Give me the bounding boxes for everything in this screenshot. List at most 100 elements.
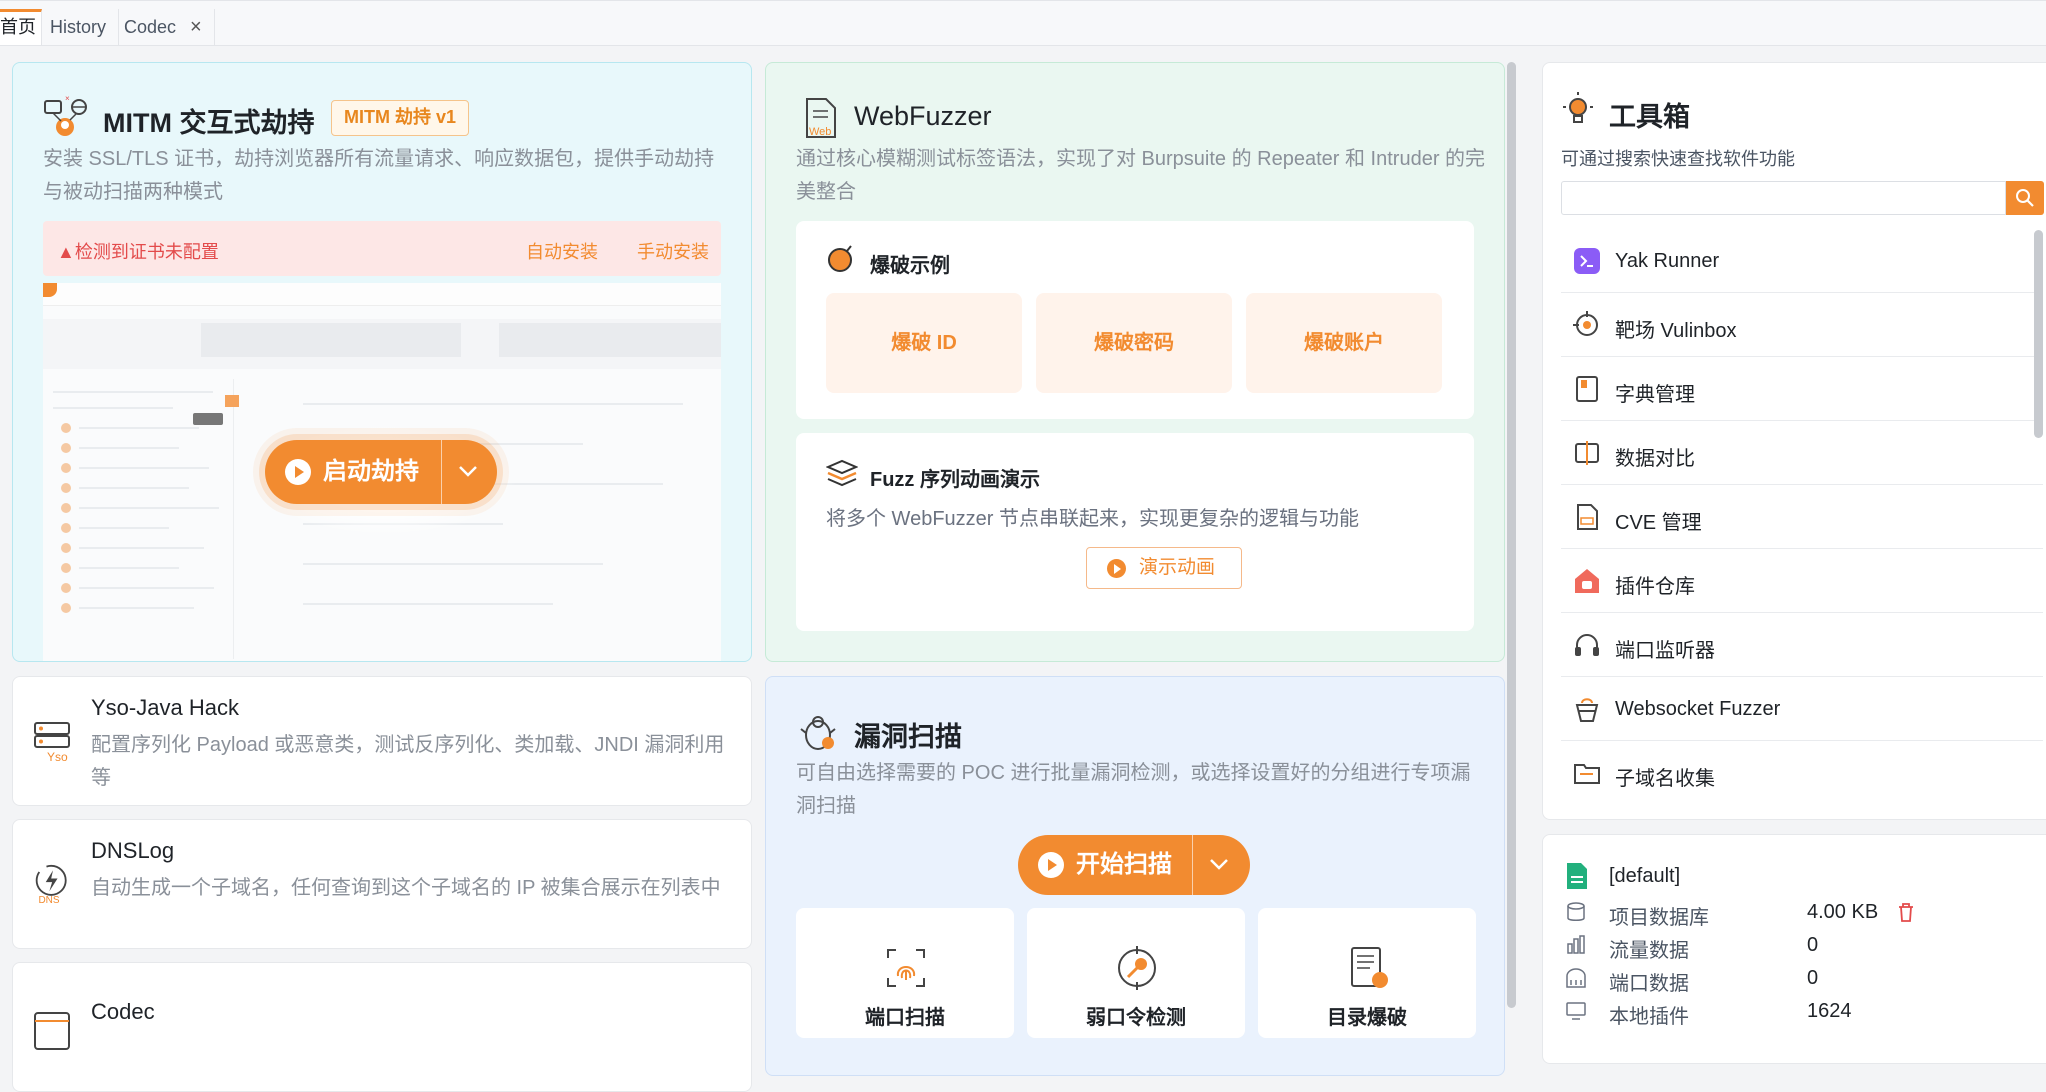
toolbox-title: 工具箱 bbox=[1609, 102, 1690, 132]
svg-text:×: × bbox=[65, 95, 70, 103]
demo-animation-button[interactable]: 演示动画 bbox=[1086, 547, 1242, 589]
bug-icon bbox=[800, 716, 836, 750]
local-plugin-value: 1624 bbox=[1807, 1000, 1852, 1022]
local-plugin-label: 本地插件 bbox=[1609, 1006, 1689, 1028]
plugin-store-icon bbox=[1575, 569, 1599, 593]
search-icon bbox=[2016, 189, 2034, 207]
port-scan-label: 端口扫描 bbox=[865, 1007, 945, 1029]
toolbox-scrollbar[interactable] bbox=[2034, 230, 2043, 438]
webfuzzer-card[interactable]: Web WebFuzzer 通过核心模糊测试标签语法，实现了对 Burpsuit… bbox=[765, 62, 1505, 662]
start-intercept-label: 启动劫持 bbox=[323, 458, 419, 485]
tool-item-dict-manage[interactable]: 字典管理 bbox=[1561, 357, 2043, 421]
folder-icon bbox=[1574, 764, 1600, 784]
book-icon bbox=[1576, 376, 1598, 402]
demo-animation-label: 演示动画 bbox=[1139, 557, 1216, 578]
webfuzzer-title: WebFuzzer bbox=[854, 101, 992, 131]
delete-icon[interactable] bbox=[1895, 901, 1917, 923]
vuln-scan-title: 漏洞扫描 bbox=[854, 722, 962, 752]
tool-item-label: Yak Runner bbox=[1615, 250, 1720, 272]
compare-icon bbox=[1575, 441, 1599, 465]
toolbox-search-input[interactable] bbox=[1561, 181, 2006, 215]
bomb-icon bbox=[828, 245, 852, 272]
search-button[interactable] bbox=[2006, 181, 2044, 215]
document-target-icon bbox=[1351, 947, 1388, 988]
main-scrollbar[interactable] bbox=[1507, 62, 1516, 1008]
warning-icon: ▲ bbox=[57, 242, 75, 262]
tool-item-data-compare[interactable]: 数据对比 bbox=[1561, 421, 2043, 485]
tool-item-cve-manage[interactable]: CVE 管理 bbox=[1561, 485, 2043, 549]
chevron-down-icon[interactable] bbox=[1206, 851, 1232, 884]
webfuzzer-description: 通过核心模糊测试标签语法，实现了对 Burpsuite 的 Repeater 和… bbox=[796, 148, 1486, 203]
weak-password-label: 弱口令检测 bbox=[1086, 1007, 1186, 1029]
fuzz-sequence-description: 将多个 WebFuzzer 节点串联起来，实现更复杂的逻辑与功能 bbox=[826, 508, 1359, 530]
vuln-scan-card[interactable]: 漏洞扫描 可自由选择需要的 POC 进行批量漏洞检测，或选择设置好的分组进行专项… bbox=[765, 676, 1505, 1076]
start-scan-label: 开始扫描 bbox=[1076, 851, 1172, 878]
weak-password-tile[interactable]: 弱口令检测 bbox=[1027, 908, 1245, 1038]
project-db-label: 项目数据库 bbox=[1609, 907, 1709, 929]
codec-card[interactable]: Codec bbox=[12, 962, 752, 1092]
tool-item-yak-runner[interactable]: Yak Runner bbox=[1561, 229, 2043, 293]
yso-title: Yso-Java Hack bbox=[91, 695, 239, 720]
manual-install-link[interactable]: 手动安装 bbox=[637, 238, 709, 264]
dnslog-card[interactable]: DNS DNSLog 自动生成一个子域名，任何查询到这个子域名的 IP 被集合展… bbox=[12, 819, 752, 949]
auto-install-link[interactable]: 自动安装 bbox=[526, 238, 598, 264]
tab-codec-label: Codec bbox=[124, 17, 177, 37]
start-scan-button[interactable]: 开始扫描 bbox=[1018, 835, 1250, 895]
dnslog-title: DNSLog bbox=[91, 838, 175, 863]
tab-home[interactable]: 首页 bbox=[0, 9, 42, 45]
tool-item-subdomain[interactable]: 子域名收集 bbox=[1561, 741, 2043, 805]
fuzz-sequence-title: Fuzz 序列动画演示 bbox=[870, 469, 1040, 491]
cve-file-icon bbox=[1577, 504, 1598, 530]
chevron-down-icon[interactable] bbox=[455, 458, 481, 491]
tool-item-plugin-store[interactable]: 插件仓库 bbox=[1561, 549, 2043, 613]
svg-text:DNS: DNS bbox=[38, 895, 59, 906]
monitor-icon bbox=[1566, 1002, 1586, 1020]
brute-example-title: 爆破示例 bbox=[870, 255, 950, 277]
tool-item-label: 数据对比 bbox=[1615, 448, 1695, 470]
codec-title: Codec bbox=[91, 999, 155, 1024]
tool-item-label: 靶场 Vulinbox bbox=[1615, 320, 1737, 342]
tool-item-label: CVE 管理 bbox=[1615, 512, 1702, 534]
web-file-icon: Web bbox=[806, 98, 836, 138]
target-icon bbox=[1573, 311, 1598, 336]
port-data-label: 端口数据 bbox=[1609, 973, 1689, 995]
mitm-card[interactable]: × MITM 交互式劫持 MITM 劫持 v1 安装 SSL/TLS 证书，劫持… bbox=[12, 62, 752, 662]
traffic-data-value: 0 bbox=[1807, 934, 1819, 956]
tab-history[interactable]: History bbox=[38, 9, 120, 45]
play-icon bbox=[285, 459, 311, 485]
tool-item-label: 字典管理 bbox=[1615, 384, 1695, 406]
close-icon[interactable]: × bbox=[190, 16, 202, 38]
websocket-icon bbox=[1575, 698, 1599, 722]
project-db-value: 4.00 KB bbox=[1807, 901, 1879, 923]
mitm-version-tag: MITM 劫持 v1 bbox=[331, 100, 470, 136]
brute-account-button[interactable]: 爆破账户 bbox=[1246, 293, 1442, 393]
tool-item-label: 子域名收集 bbox=[1615, 768, 1715, 790]
port-data-value: 0 bbox=[1807, 967, 1819, 989]
tool-item-vulinbox[interactable]: 靶场 Vulinbox bbox=[1561, 293, 2043, 357]
traffic-data-label: 流量数据 bbox=[1609, 940, 1689, 962]
brute-password-button[interactable]: 爆破密码 bbox=[1036, 293, 1232, 393]
port-icon bbox=[1566, 968, 1586, 988]
port-scan-tile[interactable]: 端口扫描 bbox=[796, 908, 1014, 1038]
brute-id-button[interactable]: 爆破 ID bbox=[826, 293, 1022, 393]
bar-chart-icon bbox=[1567, 935, 1585, 954]
tool-item-port-listener[interactable]: 端口监听器 bbox=[1561, 613, 2043, 677]
tool-item-label: 插件仓库 bbox=[1615, 576, 1695, 598]
tab-codec[interactable]: Codec × bbox=[112, 9, 215, 45]
toolbox-subtitle: 可通过搜索快速查找软件功能 bbox=[1561, 149, 1795, 169]
project-info-panel: [default] 项目数据库 4.00 KB 流量数据 0 端口数据 0 本地… bbox=[1542, 834, 2046, 1064]
yso-java-hack-card[interactable]: Yso Yso-Java Hack 配置序列化 Payload 或恶意类，测试反… bbox=[12, 676, 752, 806]
dnslog-description: 自动生成一个子域名，任何查询到这个子域名的 IP 被集合展示在列表中 bbox=[91, 877, 721, 899]
fuzz-sequence-panel: Fuzz 序列动画演示 将多个 WebFuzzer 节点串联起来，实现更复杂的逻… bbox=[796, 433, 1474, 631]
tool-item-websocket-fuzzer[interactable]: Websocket Fuzzer bbox=[1561, 677, 2043, 741]
tab-history-label: History bbox=[50, 17, 107, 37]
brute-example-panel: 爆破示例 爆破 ID 爆破密码 爆破账户 bbox=[796, 221, 1474, 419]
headphones-icon bbox=[1575, 634, 1599, 656]
mitm-title: MITM 交互式劫持 bbox=[103, 108, 315, 138]
start-intercept-button[interactable]: 启动劫持 bbox=[265, 440, 497, 504]
vuln-scan-description: 可自由选择需要的 POC 进行批量漏洞检测，或选择设置好的分组进行专项漏洞扫描 bbox=[796, 762, 1471, 817]
yso-server-icon: Yso bbox=[34, 722, 70, 763]
database-icon bbox=[1567, 902, 1585, 921]
sheet-file-icon bbox=[1567, 863, 1587, 889]
dir-brute-tile[interactable]: 目录爆破 bbox=[1258, 908, 1476, 1038]
